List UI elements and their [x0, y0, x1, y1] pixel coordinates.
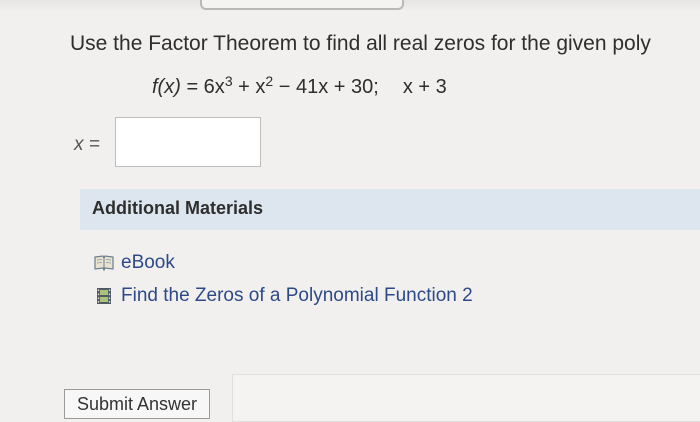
- equation-factor: x + 3: [402, 76, 447, 98]
- equation-part-2: + x: [232, 76, 266, 98]
- equation-part-3: − 41x + 30;: [273, 76, 379, 98]
- video-label: Find the Zeros of a Polynomial Function …: [121, 285, 473, 306]
- equation-function: f(x): [152, 76, 181, 98]
- equation: f(x) = 6x3 + x2 − 41x + 30; x + 3: [152, 73, 447, 99]
- ebook-link[interactable]: eBook: [94, 252, 175, 274]
- equation-part-1: = 6x: [180, 76, 225, 98]
- film-icon: [94, 287, 114, 305]
- equation-exponent-1: 3: [224, 73, 233, 89]
- book-icon: [94, 254, 114, 272]
- question-text: Use the Factor Theorem to find all real …: [70, 32, 651, 55]
- additional-materials-title: Additional Materials: [92, 198, 264, 218]
- submit-answer-button[interactable]: Submit Answer: [64, 389, 210, 419]
- answer-label: x =: [74, 134, 100, 155]
- answer-input[interactable]: [115, 117, 261, 167]
- video-link[interactable]: Find the Zeros of a Polynomial Function …: [94, 285, 473, 307]
- feedback-area: [232, 374, 700, 422]
- ebook-label: eBook: [121, 252, 175, 273]
- top-tab[interactable]: [200, 0, 404, 10]
